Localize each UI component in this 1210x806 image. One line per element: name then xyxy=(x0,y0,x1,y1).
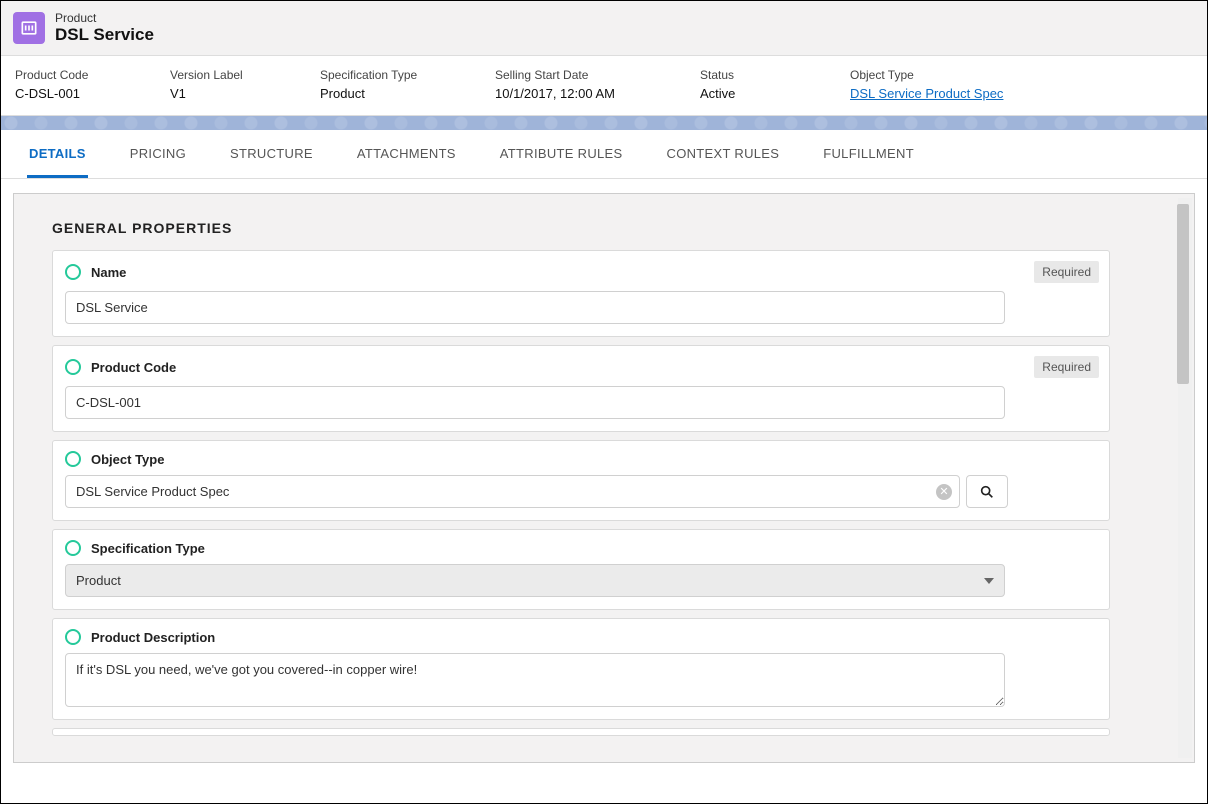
required-badge: Required xyxy=(1034,356,1099,378)
scrollbar-track[interactable] xyxy=(1178,198,1192,758)
status-ring-icon xyxy=(65,451,81,467)
summary-row: Product Code C-DSL-001 Version Label V1 … xyxy=(1,56,1207,116)
search-icon xyxy=(979,484,995,500)
details-panel: GENERAL PROPERTIES Name Required Product… xyxy=(13,193,1195,763)
section-title: GENERAL PROPERTIES xyxy=(52,220,1166,236)
summary-label: Product Code xyxy=(15,68,170,82)
tab-context-rules[interactable]: CONTEXT RULES xyxy=(665,130,782,178)
field-product-code: Product Code Required xyxy=(52,345,1110,432)
field-label: Object Type xyxy=(91,452,1099,467)
tab-fulfillment[interactable]: FULFILLMENT xyxy=(821,130,916,178)
summary-label: Selling Start Date xyxy=(495,68,700,82)
name-input[interactable] xyxy=(65,291,1005,324)
product-icon xyxy=(13,12,45,44)
record-title: DSL Service xyxy=(55,25,154,45)
field-label: Product Description xyxy=(91,630,1099,645)
select-value: Product xyxy=(76,573,121,588)
field-label: Product Code xyxy=(91,360,1024,375)
tab-attachments[interactable]: ATTACHMENTS xyxy=(355,130,458,178)
tab-pricing[interactable]: PRICING xyxy=(128,130,188,178)
object-type-link[interactable]: DSL Service Product Spec xyxy=(850,86,1070,101)
field-object-type: Object Type ✕ xyxy=(52,440,1110,521)
summary-value: V1 xyxy=(170,86,320,101)
tabs-bar: DETAILS PRICING STRUCTURE ATTACHMENTS AT… xyxy=(1,130,1207,179)
status-ring-icon xyxy=(65,629,81,645)
summary-label: Object Type xyxy=(850,68,1070,82)
page-header: Product DSL Service xyxy=(1,1,1207,56)
status-ring-icon xyxy=(65,359,81,375)
pattern-strip xyxy=(1,116,1207,130)
field-name: Name Required xyxy=(52,250,1110,337)
field-label: Specification Type xyxy=(91,541,1099,556)
summary-label: Version Label xyxy=(170,68,320,82)
required-badge: Required xyxy=(1034,261,1099,283)
tab-attribute-rules[interactable]: ATTRIBUTE RULES xyxy=(498,130,625,178)
product-code-input[interactable] xyxy=(65,386,1005,419)
summary-value: 10/1/2017, 12:00 AM xyxy=(495,86,700,101)
field-spec-type: Specification Type Product xyxy=(52,529,1110,610)
tab-details[interactable]: DETAILS xyxy=(27,130,88,178)
description-textarea[interactable] xyxy=(65,653,1005,707)
status-ring-icon xyxy=(65,540,81,556)
scrollbar-thumb[interactable] xyxy=(1177,204,1189,384)
clear-icon[interactable]: ✕ xyxy=(936,484,952,500)
summary-label: Specification Type xyxy=(320,68,495,82)
summary-value: C-DSL-001 xyxy=(15,86,170,101)
summary-value: Product xyxy=(320,86,495,101)
lookup-button[interactable] xyxy=(966,475,1008,508)
status-ring-icon xyxy=(65,264,81,280)
tab-structure[interactable]: STRUCTURE xyxy=(228,130,315,178)
chevron-down-icon xyxy=(984,578,994,584)
summary-label: Status xyxy=(700,68,850,82)
record-type-label: Product xyxy=(55,11,154,25)
field-description: Product Description xyxy=(52,618,1110,720)
field-next xyxy=(52,728,1110,736)
object-type-input[interactable] xyxy=(65,475,960,508)
spec-type-select[interactable]: Product xyxy=(65,564,1005,597)
field-label: Name xyxy=(91,265,1024,280)
summary-value: Active xyxy=(700,86,850,101)
